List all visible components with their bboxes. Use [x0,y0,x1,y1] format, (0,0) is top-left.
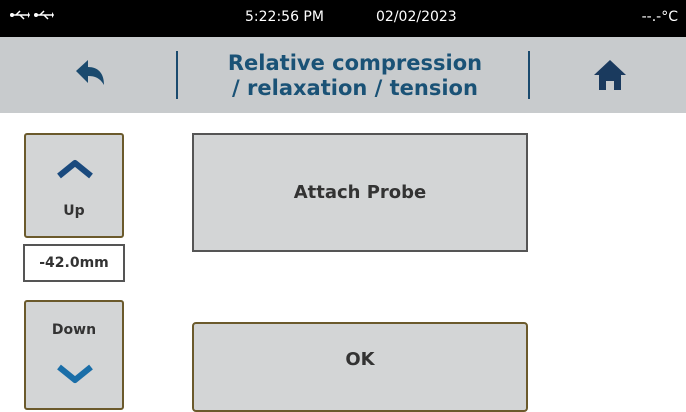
position-readout: -42.0mm [23,244,125,282]
status-temperature: --.-°C [641,9,678,25]
usb-icon [34,10,54,20]
jog-down-button[interactable]: Down [24,300,124,410]
status-bar: 5:22:56 PM 02/02/2023 --.-°C [0,0,686,37]
header-bar: Relative compression / relaxation / tens… [0,37,686,113]
page-title-line2: / relaxation / tension [232,76,478,100]
back-button[interactable] [70,55,110,95]
ok-label: OK [345,348,375,370]
usb-icon [10,10,30,20]
page-title: Relative compression / relaxation / tens… [190,51,520,101]
status-date: 02/02/2023 [376,9,457,25]
page-title-line1: Relative compression [227,51,483,75]
chevron-up-icon [57,160,93,179]
header-divider-left [176,51,178,99]
home-button[interactable] [590,55,630,95]
attach-probe-button[interactable]: Attach Probe [192,133,528,252]
home-icon [594,60,626,90]
status-time: 5:22:56 PM [245,9,324,25]
back-arrow-icon [76,60,104,85]
chevron-down-icon [57,364,93,383]
ok-button[interactable]: OK [192,322,528,412]
jog-down-label: Down [51,322,97,338]
jog-up-button[interactable]: Up [24,133,124,238]
jog-up-label: Up [63,203,85,219]
attach-probe-label: Attach Probe [293,182,427,203]
header-divider-right [528,51,530,99]
usb-indicators [10,9,54,21]
